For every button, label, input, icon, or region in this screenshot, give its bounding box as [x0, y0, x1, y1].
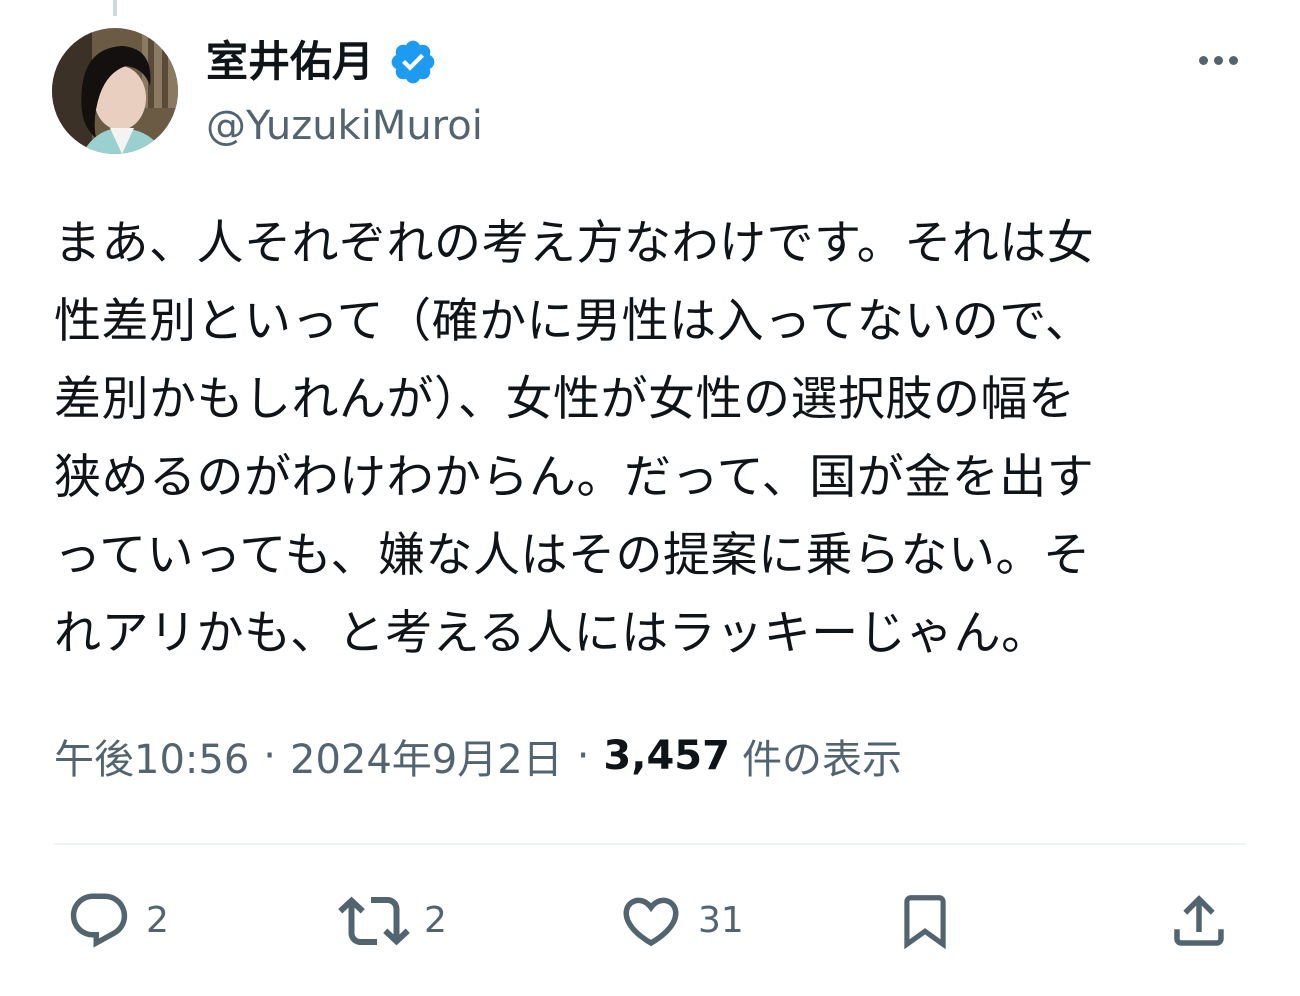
reply-icon [70, 893, 128, 948]
more-dot-icon [1228, 55, 1238, 65]
like-count: 31 [698, 900, 744, 941]
views-label[interactable]: 件の表示 [742, 727, 902, 785]
avatar[interactable] [52, 28, 178, 154]
tweet-date[interactable]: 2024年9月2日 [290, 727, 563, 785]
share-button[interactable] [1166, 886, 1232, 956]
tweet-metadata: 午後10:56 · 2024年9月2日 · 3,457 件の表示 [54, 726, 902, 786]
repost-button[interactable]: 2 [338, 886, 447, 956]
repost-count: 2 [424, 900, 447, 941]
reply-button[interactable]: 2 [66, 886, 169, 956]
author-handle[interactable]: @YuzukiMuroi [206, 100, 483, 152]
tweet-time[interactable]: 午後10:56 [54, 727, 249, 785]
tweet-text-line: れアリかも、と考える人にはラッキーじゃん。 [54, 606, 1049, 661]
reply-count: 2 [146, 900, 169, 941]
tweet-text-line: まあ、人それぞれの考え方なわけです。それは女 [54, 216, 1095, 271]
author-name[interactable]: 室井佑月 [206, 32, 374, 92]
like-button[interactable]: 31 [618, 886, 744, 956]
bookmark-icon [904, 895, 946, 950]
tweet-text-line: 差別かもしれんが）、女性が女性の選択肢の幅を [54, 372, 1076, 427]
more-dot-icon [1213, 55, 1223, 65]
views-count[interactable]: 3,457 [603, 733, 730, 779]
tweet-text-line: 狭めるのがわけわからん。だって、国が金を出す [54, 450, 1095, 505]
share-icon [1174, 895, 1224, 946]
heart-icon [623, 897, 679, 947]
repost-icon [338, 896, 410, 946]
meta-separator: · [576, 733, 590, 779]
author-name-row[interactable]: 室井佑月 [206, 32, 438, 92]
more-options-button[interactable] [1190, 40, 1246, 80]
more-dot-icon [1198, 55, 1208, 65]
tweet-text-line: っていっても、嫌な人はその提案に乗らない。そ [54, 528, 1091, 583]
meta-separator: · [263, 733, 276, 779]
avatar-photo [52, 28, 178, 154]
bookmark-button[interactable] [894, 886, 956, 956]
tweet-text: まあ、人それぞれの考え方なわけです。それは女 性差別といって（確かに男性は入って… [54, 205, 1244, 673]
tweet-text-line: 性差別といって（確かに男性は入ってないので、 [54, 294, 1093, 349]
divider [54, 843, 1246, 845]
verified-badge-icon[interactable] [388, 37, 438, 87]
thread-connector-line [113, 0, 117, 16]
